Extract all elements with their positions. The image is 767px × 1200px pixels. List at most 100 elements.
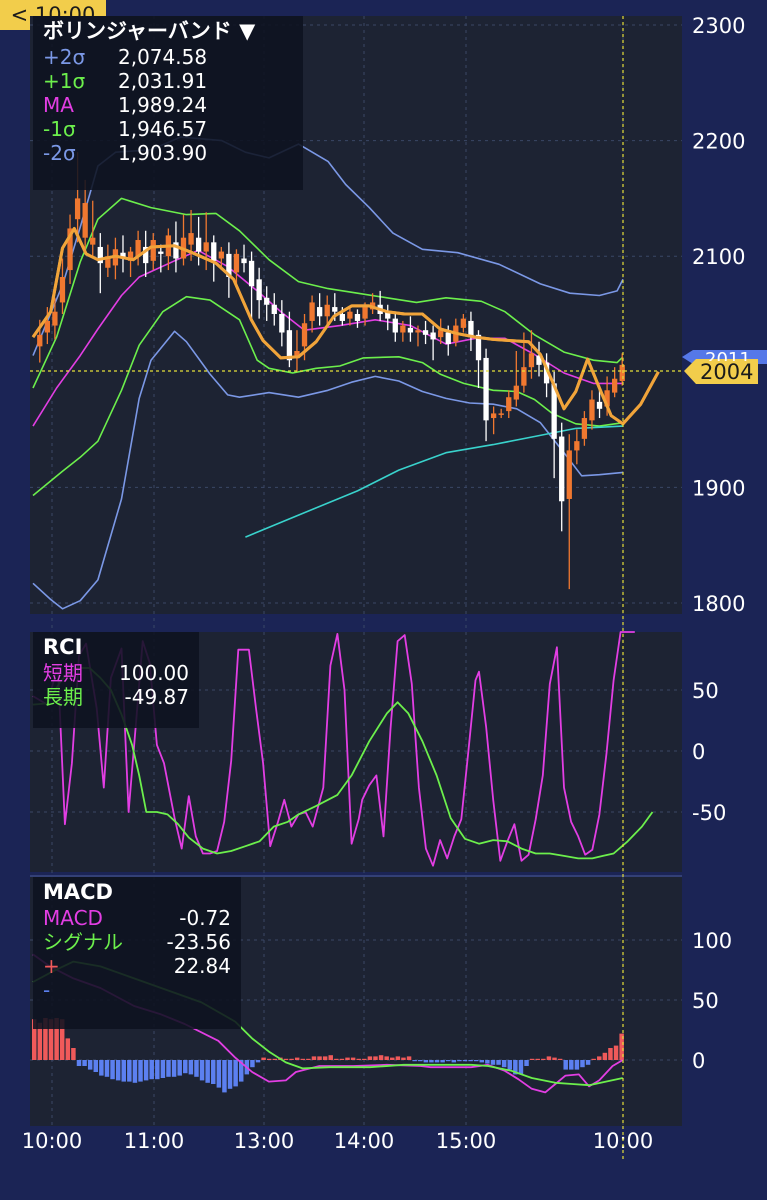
macd-hist-bar [429, 1060, 434, 1063]
candle-body [619, 364, 625, 382]
macd-hist-bar [261, 1057, 266, 1060]
candle-body [415, 330, 421, 333]
macd-hist-bar [457, 1060, 462, 1062]
macd-hist-bar [440, 1060, 445, 1063]
legend-plus2sigma-value: 2,074.58 [118, 45, 208, 69]
macd-hist-bar [535, 1058, 540, 1060]
y-tick-label: 2300 [692, 14, 745, 38]
macd-hist-bar [339, 1058, 345, 1060]
legend-signal-value: -23.56 [166, 930, 231, 954]
legend-macd-label: MACD [43, 906, 103, 930]
candle-body [332, 307, 338, 312]
macd-hist-bar [317, 1056, 322, 1060]
legend-rci-long-label: 長期 [43, 685, 83, 709]
macd-hist-bar [104, 1060, 110, 1077]
x-tick-label: 14:00 [334, 1129, 395, 1153]
candle-body [596, 401, 603, 409]
x-tick-label: 13:00 [234, 1129, 295, 1153]
macd-hist-bar [183, 1060, 188, 1074]
macd-hist-bar [132, 1060, 138, 1083]
macd-hist-bar [406, 1056, 412, 1060]
macd-hist-bar [222, 1060, 227, 1093]
candle-body [301, 323, 308, 347]
candle-body [528, 353, 535, 368]
candle-body [400, 325, 406, 333]
macd-hist-bar [322, 1056, 328, 1060]
macd-legend[interactable]: MACD MACD -0.72 シグナル -23.56 +22.84 - [33, 877, 241, 1029]
macd-hist-bar [524, 1060, 529, 1066]
bollinger-legend[interactable]: ボリンジャーバンド ▼ +2σ 2,074.58 +1σ 2,031.91 MA 1,… [33, 16, 303, 190]
y-tick-label: 50 [692, 989, 719, 1013]
rci-legend[interactable]: RCI 短期 100.00 長期 -49.87 [33, 632, 199, 728]
macd-hist-bar [138, 1060, 143, 1082]
macd-hist-bar [272, 1058, 278, 1060]
candle-body [203, 242, 209, 252]
candle-body [317, 307, 323, 317]
macd-hist-bar [518, 1060, 524, 1075]
macd-hist-bar [350, 1057, 356, 1060]
macd-hist-bar [490, 1060, 496, 1065]
macd-hist-bar [311, 1056, 317, 1060]
current-price-value: 2004 [700, 360, 754, 384]
candle-body [309, 302, 315, 321]
candle-body [422, 330, 429, 335]
candle-body [218, 251, 224, 259]
macd-hist-bar [294, 1057, 300, 1060]
macd-hist-bar [541, 1058, 546, 1060]
macd-hist-bar [199, 1060, 205, 1081]
macd-hist-bar [423, 1060, 429, 1063]
macd-hist-bar [177, 1060, 182, 1076]
macd-hist-bar [143, 1060, 149, 1081]
x-tick-label: 10:00 [22, 1129, 83, 1153]
macd-hist-bar [546, 1056, 552, 1060]
candle-body [438, 330, 444, 338]
macd-hist-bar [155, 1060, 160, 1080]
macd-hist-bar [110, 1060, 115, 1080]
macd-hist-bar [418, 1060, 423, 1062]
current-price-tag: 2004 [684, 359, 758, 385]
macd-hist-bar [563, 1060, 568, 1070]
macd-hist-bar [602, 1052, 608, 1060]
macd-hist-bar [87, 1060, 93, 1070]
candle-body [211, 242, 217, 261]
legend-rci-short-label: 短期 [43, 661, 83, 685]
macd-hist-bar [390, 1057, 395, 1060]
candle-body [188, 233, 194, 245]
legend-signal-label: シグナル [43, 930, 123, 954]
macd-hist-bar [121, 1060, 126, 1082]
candle-body [460, 318, 467, 328]
y-tick-label: 50 [692, 679, 719, 703]
macd-hist-bar [557, 1058, 563, 1060]
macd-hist-bar [250, 1060, 255, 1068]
legend-ma-value: 1,989.24 [118, 93, 208, 117]
candle-body [74, 198, 81, 220]
bollinger-title[interactable]: ボリンジャーバンド ▼ [43, 18, 293, 45]
candle-body [52, 311, 58, 326]
rci-title: RCI [43, 635, 83, 659]
macd-hist-bar [216, 1060, 222, 1088]
candle-body [158, 251, 164, 254]
macd-hist-bar [362, 1058, 367, 1060]
candle-body [241, 258, 247, 264]
candle-body [483, 357, 489, 421]
candle-body [248, 260, 255, 287]
candle-body [490, 413, 497, 419]
legend-plus1sigma-value: 2,031.91 [118, 69, 208, 93]
macd-hist-bar [93, 1060, 99, 1072]
macd-hist-bar [373, 1056, 378, 1060]
legend-ma-label: MA [43, 93, 74, 117]
y-tick-label: 2200 [692, 130, 745, 154]
candle-body [559, 436, 565, 502]
x-tick-label: 11:00 [124, 1129, 185, 1153]
candle-body [324, 304, 330, 317]
macd-hist-bar [211, 1060, 216, 1084]
macd-hist-bar [529, 1058, 535, 1060]
candle-body [612, 378, 618, 393]
macd-hist-bar [188, 1060, 194, 1075]
macd-hist-bar [451, 1060, 457, 1063]
candle-body [347, 311, 353, 319]
macd-hist-bar [485, 1060, 490, 1064]
candle-body [589, 399, 595, 421]
macd-hist-bar [82, 1060, 87, 1066]
macd-hist-bar [345, 1057, 350, 1060]
